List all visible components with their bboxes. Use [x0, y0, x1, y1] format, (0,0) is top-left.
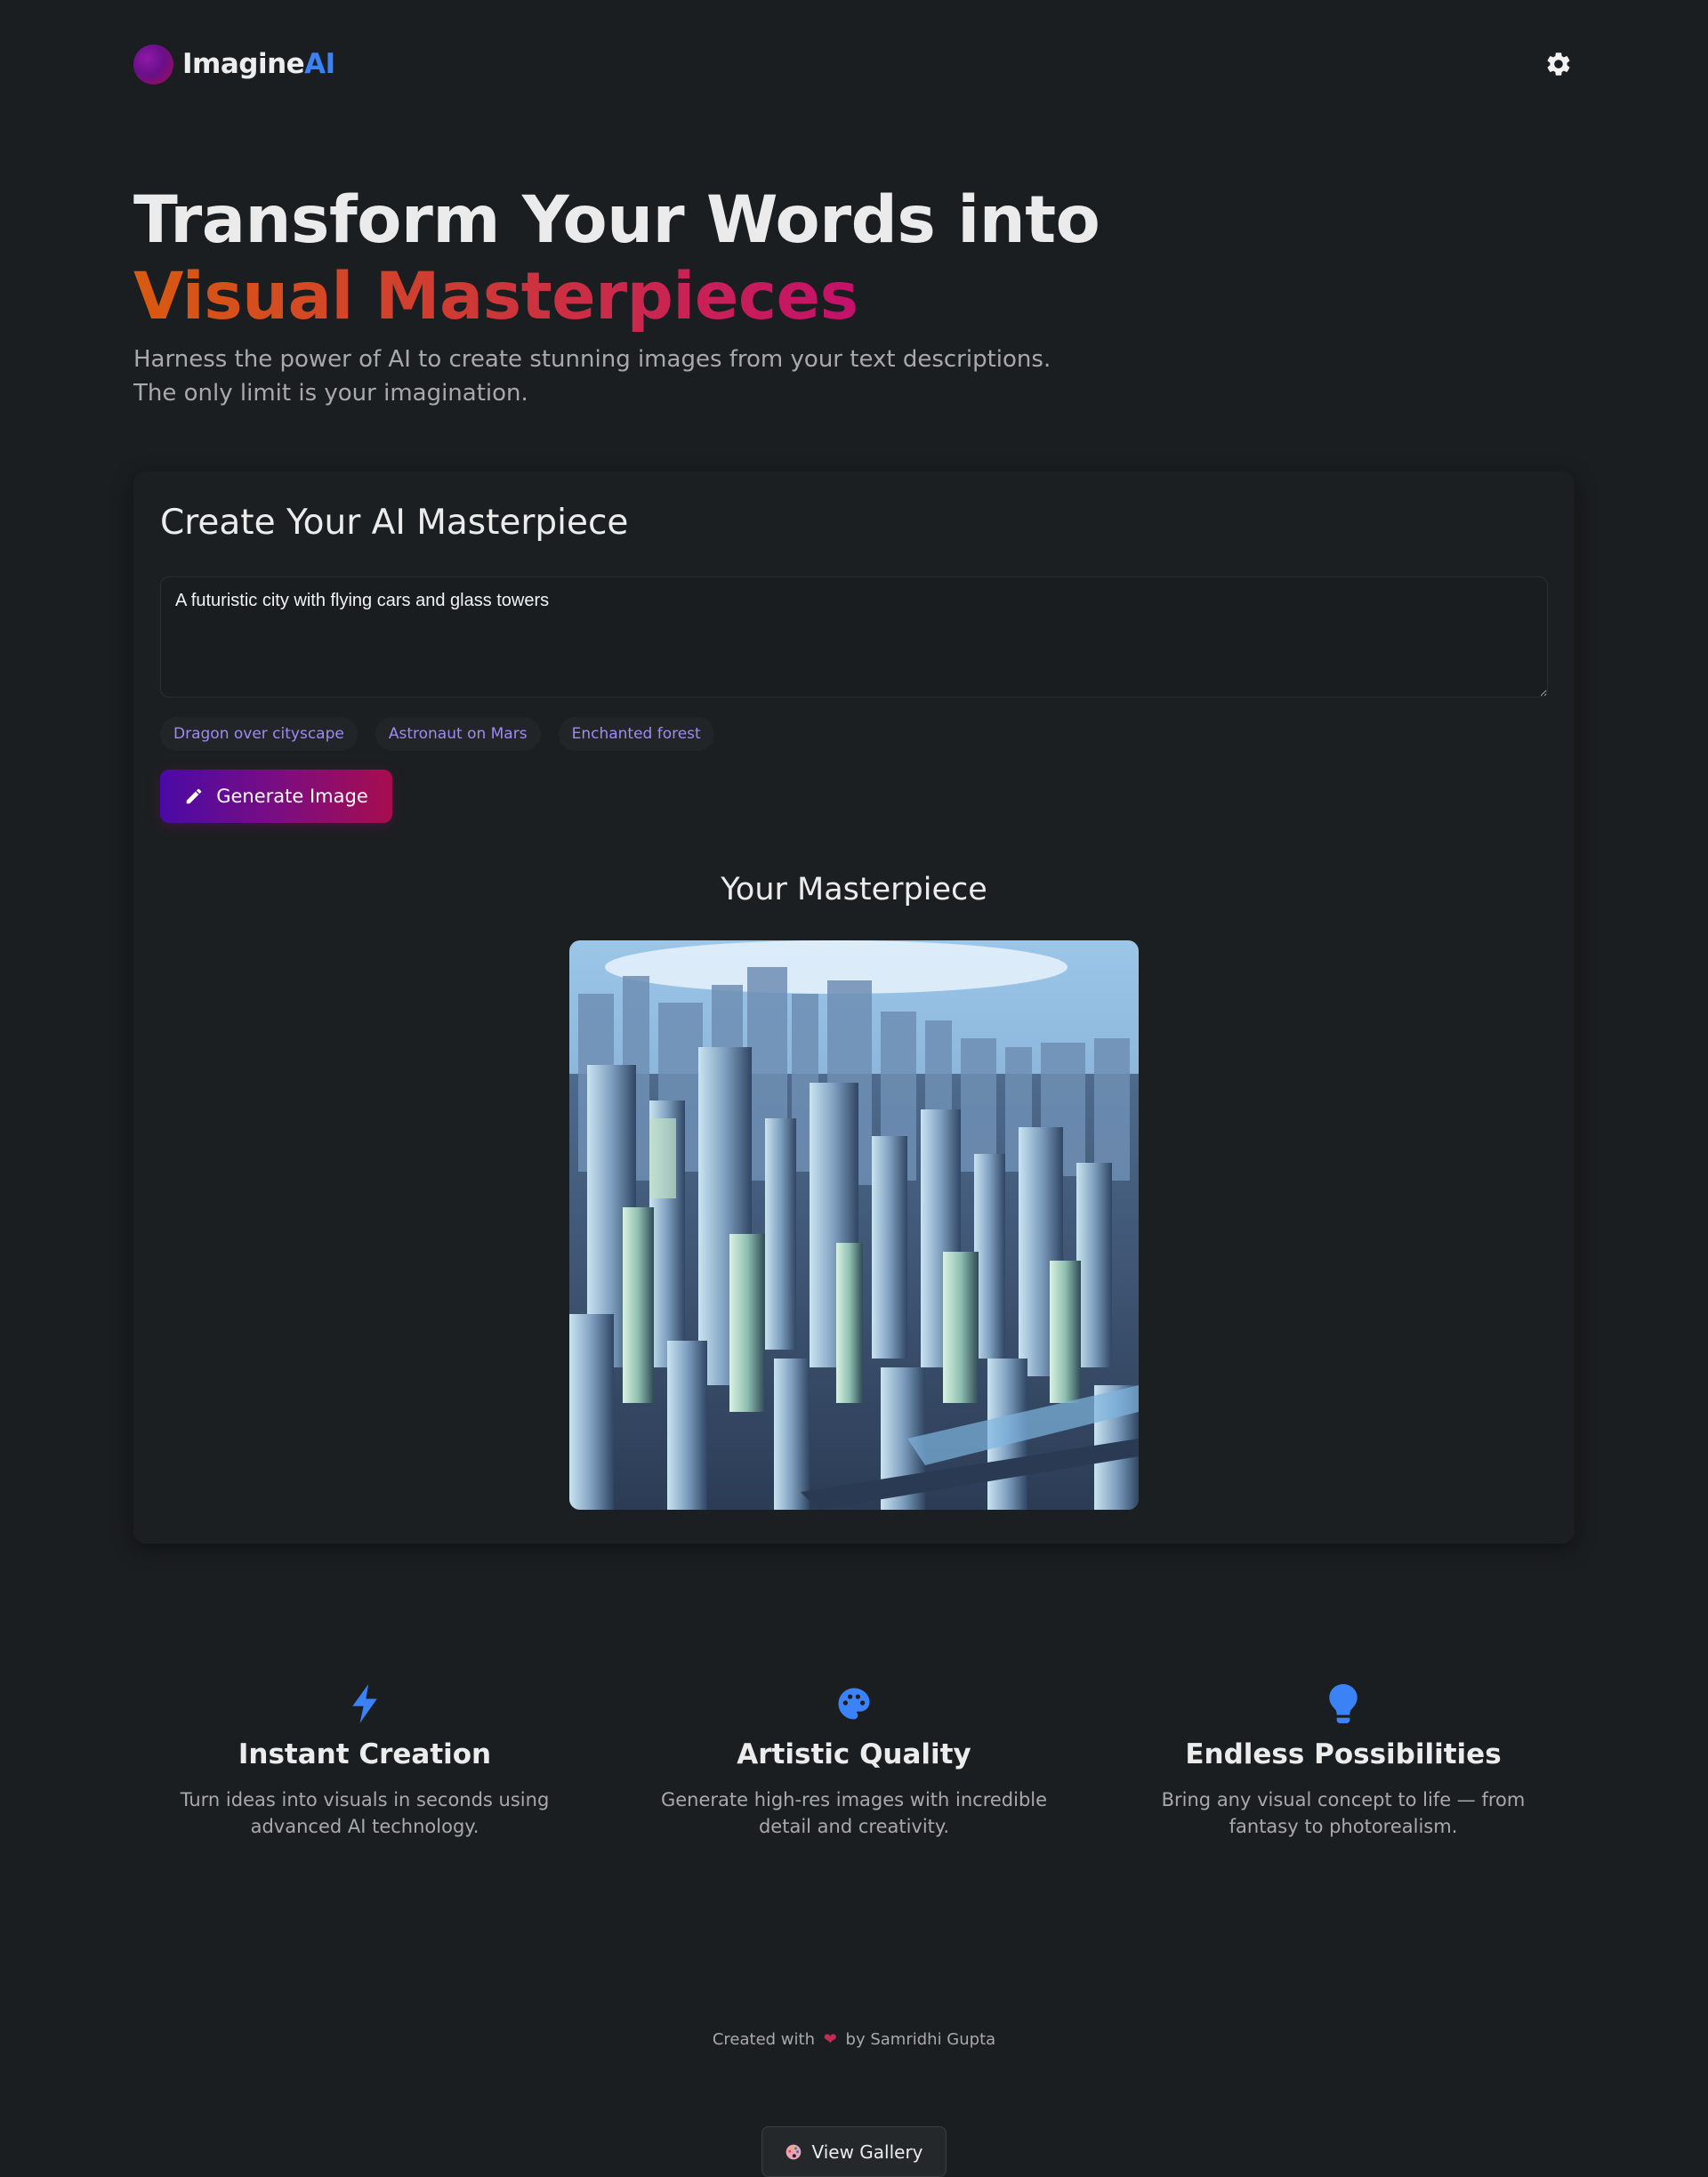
generate-image-button[interactable]: Generate Image — [160, 770, 392, 823]
view-gallery-label: View Gallery — [811, 2141, 923, 2163]
brand-name-text: Imagine — [182, 48, 305, 80]
feature-description: Bring any visual concept to life — from … — [1161, 1789, 1526, 1837]
feature-description: Generate high-res images with incredible… — [660, 1789, 1048, 1837]
generate-image-label: Generate Image — [216, 786, 368, 807]
hero-subtitle: Harness the power of AI to create stunni… — [133, 346, 1051, 407]
generated-image[interactable] — [569, 940, 1139, 1510]
brand[interactable]: ImagineAI — [133, 44, 335, 85]
settings-button[interactable] — [1543, 48, 1575, 80]
feature-title: Artistic Quality — [737, 1738, 971, 1770]
feature-title: Instant Creation — [238, 1738, 492, 1770]
gear-icon — [1547, 52, 1570, 76]
page: ImagineAI Transform Your Words into Visu… — [0, 0, 1708, 2177]
suggestion-chip-dragon[interactable]: Dragon over cityscape — [160, 717, 358, 751]
generator-title: Create Your AI Masterpiece — [160, 503, 629, 543]
suggestion-chip-astronaut[interactable]: Astronaut on Mars — [375, 717, 541, 751]
features: Instant Creation Turn ideas into visuals… — [133, 1681, 1575, 1840]
feature-instant-creation: Instant Creation Turn ideas into visuals… — [133, 1681, 596, 1840]
hero: Transform Your Words into Visual Masterp… — [133, 182, 1201, 410]
orb-logo-icon — [133, 44, 173, 85]
view-gallery-button[interactable]: View Gallery — [761, 2126, 947, 2177]
prompt-input[interactable]: A futuristic city with flying cars and g… — [160, 577, 1548, 697]
brand-name: ImagineAI — [182, 48, 335, 80]
feature-endless-possibilities: Endless Possibilities Bring any visual c… — [1112, 1681, 1575, 1840]
suggestion-chips: Dragon over cityscape Astronaut on Mars … — [160, 717, 714, 751]
futuristic-city-image — [569, 940, 1139, 1510]
lightbulb-icon — [1112, 1681, 1575, 1726]
feature-artistic-quality: Artistic Quality Generate high-res image… — [623, 1681, 1085, 1840]
feature-description: Turn ideas into visuals in seconds using… — [180, 1789, 550, 1837]
generator-card: Create Your AI Masterpiece A futuristic … — [133, 472, 1575, 1544]
palette-icon — [786, 2144, 802, 2159]
heart-icon: ❤ — [823, 2030, 837, 2049]
header: ImagineAI — [133, 43, 1575, 85]
bolt-icon — [133, 1681, 596, 1726]
hero-title-line1: Transform Your Words into — [133, 182, 1100, 258]
pencil-icon — [186, 788, 202, 804]
credit-suffix: by Samridhi Gupta — [845, 2030, 996, 2049]
hero-title-line2: Visual Masterpieces — [133, 259, 858, 335]
brand-name-accent: AI — [304, 48, 335, 80]
footer-credit: Created with ❤ by Samridhi Gupta — [0, 2030, 1708, 2049]
palette-icon — [623, 1681, 1085, 1726]
result-title: Your Masterpiece — [721, 872, 987, 907]
credit-prefix: Created with — [712, 2030, 815, 2049]
suggestion-chip-forest[interactable]: Enchanted forest — [558, 717, 714, 751]
feature-title: Endless Possibilities — [1185, 1738, 1502, 1770]
